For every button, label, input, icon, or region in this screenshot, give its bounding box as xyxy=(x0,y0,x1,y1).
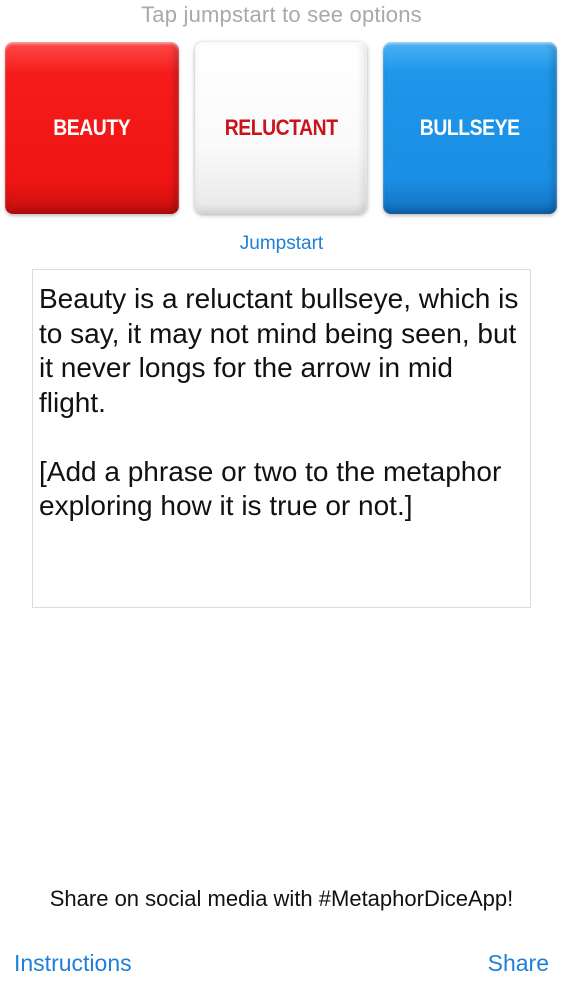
jumpstart-hint: Tap jumpstart to see options xyxy=(141,2,422,27)
jumpstart-button[interactable]: Jumpstart xyxy=(0,233,563,255)
die-white[interactable]: RELUCTANT xyxy=(195,42,367,214)
die-red[interactable]: BEAUTY xyxy=(5,42,179,214)
share-button[interactable]: Share xyxy=(488,950,549,977)
die-blue[interactable]: BULLSEYE xyxy=(383,42,557,214)
die-blue-label: BULLSEYE xyxy=(420,115,520,140)
instructions-button[interactable]: Instructions xyxy=(14,950,132,977)
bottom-toolbar: Instructions Share xyxy=(0,950,563,990)
metaphor-text-editor[interactable]: Beauty is a reluctant bullseye, which is… xyxy=(32,269,531,608)
die-white-label: RELUCTANT xyxy=(224,115,338,140)
die-red-label: BEAUTY xyxy=(53,115,131,140)
dice-row: BEAUTY RELUCTANT BULLSEYE xyxy=(0,42,563,218)
share-message: Share on social media with #MetaphorDice… xyxy=(49,886,514,911)
